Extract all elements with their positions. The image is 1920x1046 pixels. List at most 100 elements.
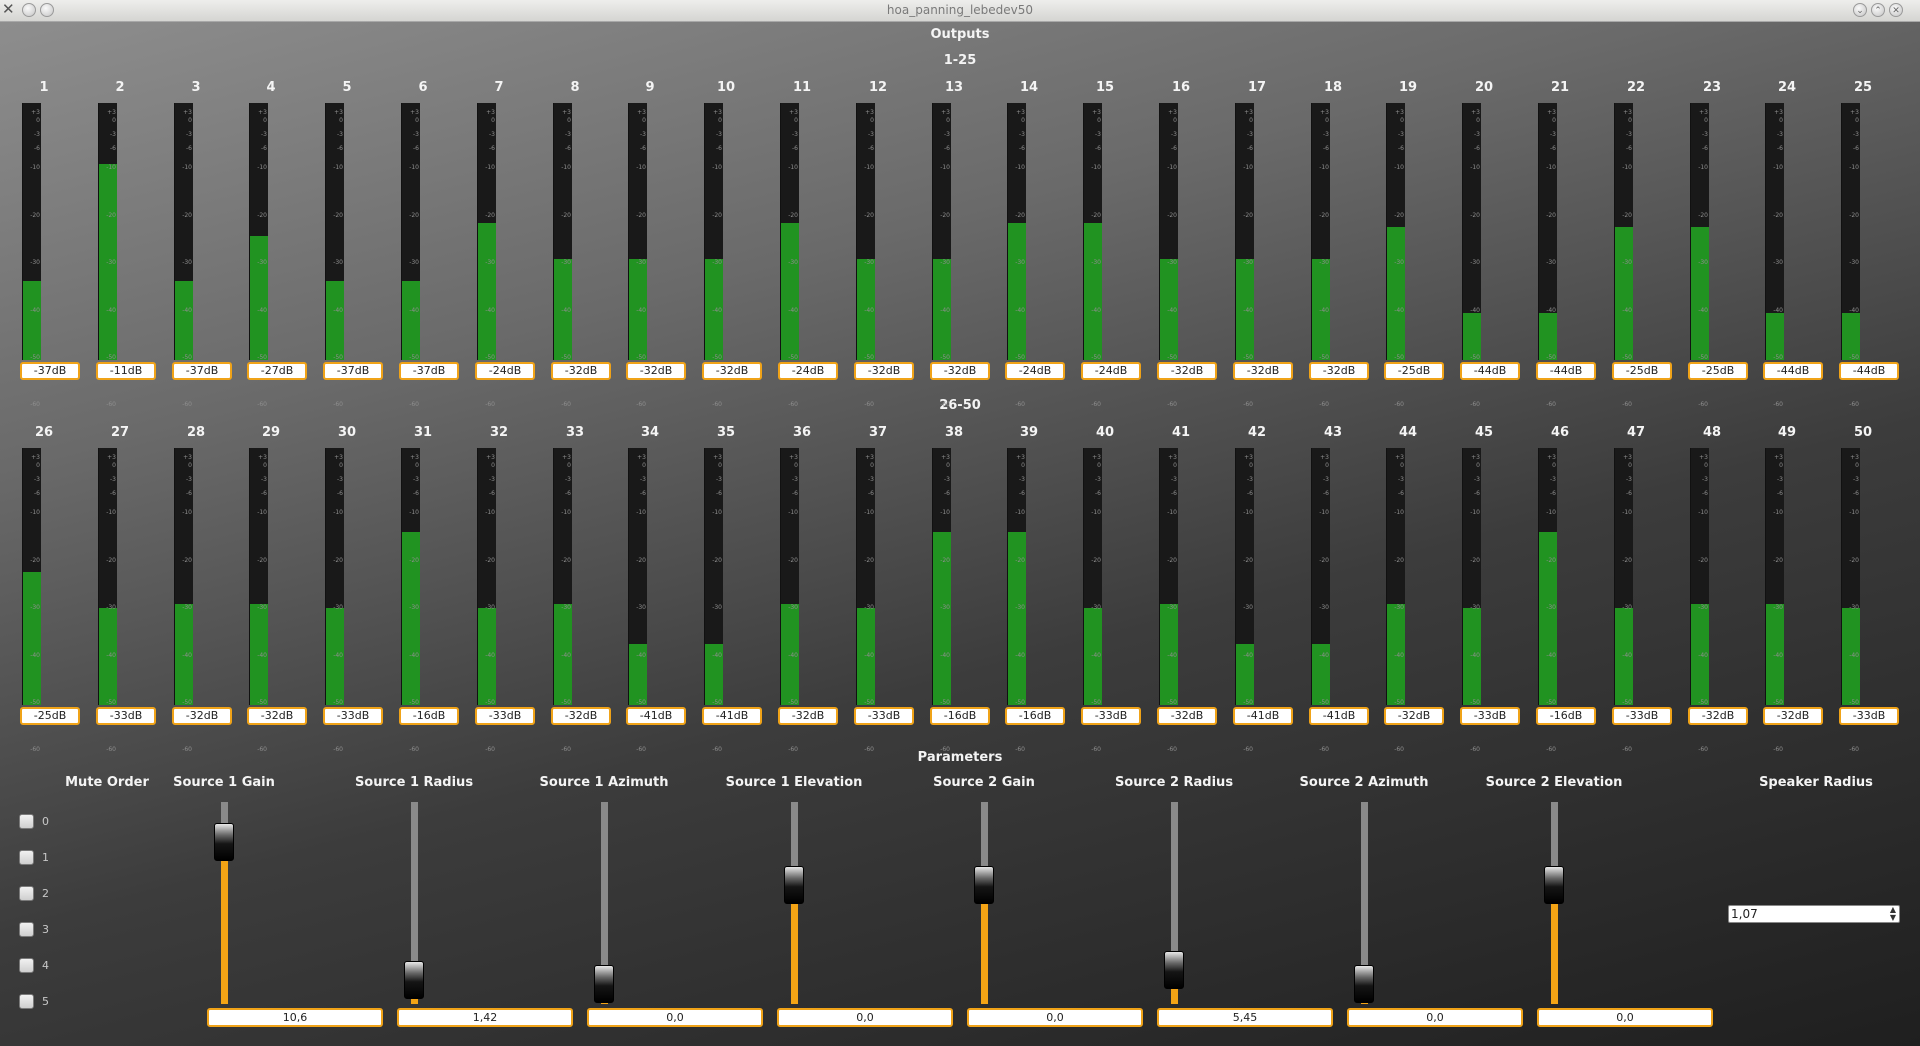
slider-handle[interactable] xyxy=(594,965,614,1003)
mute-checkbox[interactable] xyxy=(19,886,34,901)
db-readout[interactable]: -25dB xyxy=(1384,362,1444,380)
db-readout[interactable]: -33dB xyxy=(1081,707,1141,725)
maximize-icon[interactable]: ⌃ xyxy=(1871,3,1885,17)
db-readout[interactable]: -32dB xyxy=(1688,707,1748,725)
db-readout[interactable]: -32dB xyxy=(1763,707,1823,725)
meter-tick-label: -30 xyxy=(712,604,722,611)
meter-tick-label: -50 xyxy=(1698,354,1708,361)
db-readout[interactable]: -27dB xyxy=(247,362,307,380)
db-readout[interactable]: -32dB xyxy=(1157,707,1217,725)
meter-tick-label: -30 xyxy=(1773,259,1783,266)
meter-tick-label: -50 xyxy=(333,354,343,361)
db-readout[interactable]: -33dB xyxy=(1839,707,1899,725)
db-readout[interactable]: -25dB xyxy=(1688,362,1748,380)
meter-fill xyxy=(781,223,799,360)
db-readout[interactable]: -32dB xyxy=(1309,362,1369,380)
speaker-radius-spinbox[interactable]: 1,07 ▲ ▼ xyxy=(1728,905,1900,923)
meter-tick-label: -3 xyxy=(1095,476,1101,483)
db-readout[interactable]: -33dB xyxy=(323,707,383,725)
slider-value-field[interactable]: 5,45 xyxy=(1157,1008,1333,1027)
mute-checkbox[interactable] xyxy=(19,850,34,865)
db-readout[interactable]: -41dB xyxy=(626,707,686,725)
meter-tick-label: -40 xyxy=(257,307,267,314)
db-readout[interactable]: -25dB xyxy=(1612,362,1672,380)
slider-handle[interactable] xyxy=(1164,951,1184,989)
db-readout[interactable]: -32dB xyxy=(1384,707,1444,725)
db-readout[interactable]: -44dB xyxy=(1839,362,1899,380)
db-readout[interactable]: -44dB xyxy=(1536,362,1596,380)
db-readout[interactable]: -16dB xyxy=(399,707,459,725)
db-readout[interactable]: -25dB xyxy=(20,707,80,725)
db-readout[interactable]: -24dB xyxy=(1005,362,1065,380)
meter-tick-label: -50 xyxy=(1394,699,1404,706)
meter-tick-label: +3 xyxy=(1395,454,1404,461)
db-readout[interactable]: -41dB xyxy=(1233,707,1293,725)
db-readout[interactable]: -44dB xyxy=(1763,362,1823,380)
minimize-icon[interactable]: ⌄ xyxy=(1853,3,1867,17)
slider-handle[interactable] xyxy=(1354,965,1374,1003)
db-readout[interactable]: -37dB xyxy=(399,362,459,380)
slider-handle[interactable] xyxy=(1544,866,1564,904)
meter-tick-label: -20 xyxy=(409,212,419,219)
db-readout[interactable]: -32dB xyxy=(930,362,990,380)
db-readout[interactable]: -33dB xyxy=(854,707,914,725)
db-readout[interactable]: -33dB xyxy=(1612,707,1672,725)
db-readout[interactable]: -41dB xyxy=(702,707,762,725)
meter-tick-label: -10 xyxy=(106,509,116,516)
db-readout[interactable]: -37dB xyxy=(172,362,232,380)
meter-tick-label: 0 xyxy=(339,117,343,124)
db-readout[interactable]: -24dB xyxy=(1081,362,1141,380)
db-readout[interactable]: -32dB xyxy=(1157,362,1217,380)
meter-tick-label: 0 xyxy=(1779,117,1783,124)
db-readout[interactable]: -32dB xyxy=(778,707,838,725)
channel-number: 49 xyxy=(1777,425,1797,440)
level-meter: +3 0 -3 -6 -10 -20 -30 -40 -50 -60 xyxy=(1462,103,1481,408)
db-readout[interactable]: -32dB xyxy=(626,362,686,380)
slider-handle[interactable] xyxy=(974,866,994,904)
db-readout[interactable]: -33dB xyxy=(475,707,535,725)
db-readout[interactable]: -16dB xyxy=(1005,707,1065,725)
slider-value-field[interactable]: 0,0 xyxy=(1537,1008,1713,1027)
db-readout[interactable]: -32dB xyxy=(702,362,762,380)
db-readout[interactable]: -24dB xyxy=(778,362,838,380)
db-readout[interactable]: -37dB xyxy=(323,362,383,380)
meter-tick-label: -40 xyxy=(1243,652,1253,659)
spin-arrows-icon[interactable]: ▲ ▼ xyxy=(1890,906,1896,922)
db-readout[interactable]: -32dB xyxy=(854,362,914,380)
slider-value-field[interactable]: 0,0 xyxy=(1347,1008,1523,1027)
slider-value-field[interactable]: 0,0 xyxy=(587,1008,763,1027)
db-readout[interactable]: -32dB xyxy=(551,707,611,725)
db-readout[interactable]: -32dB xyxy=(1233,362,1293,380)
db-readout[interactable]: -32dB xyxy=(247,707,307,725)
slider-handle[interactable] xyxy=(404,961,424,999)
meter-tick-label: +3 xyxy=(1320,454,1329,461)
db-readout[interactable]: -24dB xyxy=(475,362,535,380)
db-readout[interactable]: -11dB xyxy=(96,362,156,380)
db-readout[interactable]: -32dB xyxy=(551,362,611,380)
slider-value-field[interactable]: 0,0 xyxy=(777,1008,953,1027)
db-readout[interactable]: -32dB xyxy=(172,707,232,725)
close-window-icon[interactable]: ✕ xyxy=(1889,3,1903,17)
mute-checkbox[interactable] xyxy=(19,958,34,973)
slider-handle[interactable] xyxy=(214,823,234,861)
slider-value-field[interactable]: 1,42 xyxy=(397,1008,573,1027)
slider-value-field[interactable]: 10,6 xyxy=(207,1008,383,1027)
db-readout[interactable]: -44dB xyxy=(1460,362,1520,380)
db-readout[interactable]: -37dB xyxy=(20,362,80,380)
meter-tick-label: -20 xyxy=(1470,557,1480,564)
speaker-radius-value[interactable]: 1,07 xyxy=(1731,907,1758,921)
db-readout[interactable]: -33dB xyxy=(1460,707,1520,725)
meter-fill xyxy=(1008,223,1026,360)
meter-tick-label: -3 xyxy=(186,131,192,138)
db-readout[interactable]: -41dB xyxy=(1309,707,1369,725)
db-readout[interactable]: -16dB xyxy=(1536,707,1596,725)
db-readout[interactable]: -33dB xyxy=(96,707,156,725)
slider-handle[interactable] xyxy=(784,866,804,904)
db-readout[interactable]: -16dB xyxy=(930,707,990,725)
channel-number: 36 xyxy=(792,425,812,440)
slider-value-field[interactable]: 0,0 xyxy=(967,1008,1143,1027)
mute-checkbox[interactable] xyxy=(19,994,34,1009)
mute-checkbox[interactable] xyxy=(19,922,34,937)
meter-tick-label: -60 xyxy=(485,401,495,408)
mute-checkbox[interactable] xyxy=(19,814,34,829)
